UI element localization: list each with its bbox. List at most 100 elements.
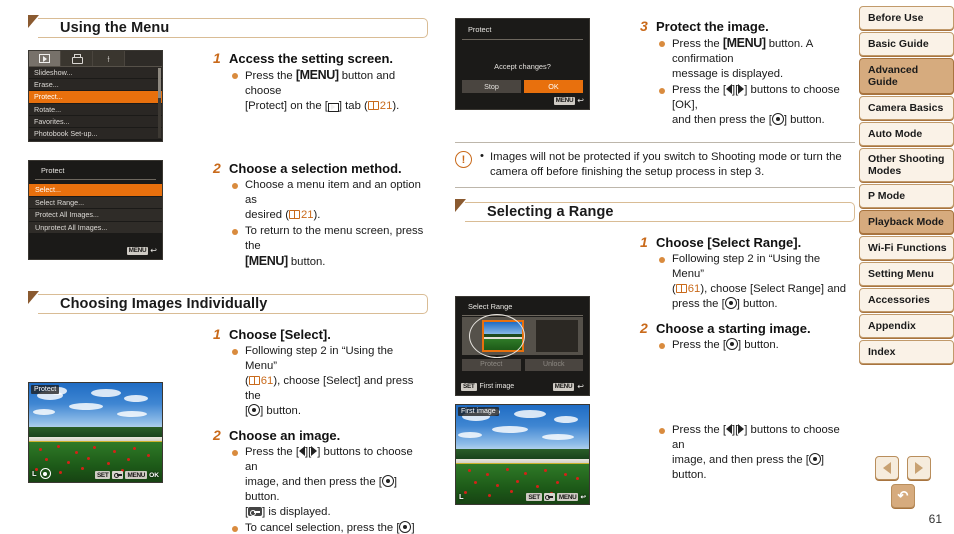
sidebar-item-index[interactable]: Index	[859, 340, 954, 364]
step-number: 1	[213, 50, 221, 66]
step-bullets: Press the [] button.	[656, 338, 855, 353]
select-range-screenshot: Select Range Protect Unlock SET First im…	[455, 296, 590, 396]
page-reference: 21	[288, 209, 314, 221]
step-2: 2 Choose a selection method. Choose a me…	[213, 160, 428, 270]
range-action-buttons: Protect Unlock	[462, 359, 583, 371]
menu-badge: MENU	[553, 96, 576, 105]
step-row-2: Protect Select... Select Range... Protec…	[28, 160, 428, 274]
bullet-item: Press the [] button.	[656, 338, 855, 353]
set-badge: SET	[94, 471, 111, 479]
sidebar-item-before-use[interactable]: Before Use	[859, 6, 954, 30]
func-set-icon	[726, 338, 738, 350]
sidebar-item-label: Basic Guide	[868, 38, 929, 50]
return-button[interactable]: ↶	[891, 484, 915, 508]
instruction-column: 1 Access the setting screen. Press the […	[168, 50, 428, 118]
photo-mode-label: Protect	[31, 385, 60, 394]
range-set-hint: SET First image	[461, 382, 515, 391]
step-3: 3 Protect the image. Press the [MENU] bu…	[640, 18, 855, 128]
sidebar-item-accessories[interactable]: Accessories	[859, 288, 954, 312]
step-1-choose-select-range: 1 Choose [Select Range]. Following step …	[640, 234, 855, 312]
step-row-range: Select Range Protect Unlock SET First im…	[455, 234, 855, 505]
screenshot-column: ⟊ Slideshow... Erase... Protect... Rotat…	[28, 50, 168, 142]
submenu-item: Protect All Images...	[29, 209, 162, 222]
prev-page-button[interactable]	[875, 456, 899, 480]
sidebar-item-appendix[interactable]: Appendix	[859, 314, 954, 338]
back-arrow-icon: ↩	[580, 494, 586, 501]
submenu-item-selected: Select...	[29, 184, 162, 197]
sidebar-item-setting-menu[interactable]: Setting Menu	[859, 262, 954, 286]
manual-page: Using the Menu ⟊ Slideshow... Erase... P…	[0, 0, 954, 534]
sidebar-item-auto-mode[interactable]: Auto Mode	[859, 122, 954, 146]
page-reference: 21	[367, 100, 392, 112]
chapter-sidebar: Before Use Basic Guide Advanced Guide Ca…	[859, 6, 954, 366]
step-bullets: Press the [][] buttons to choose an image…	[229, 445, 428, 534]
step-title: Choose a starting image.	[656, 321, 811, 336]
sidebar-item-other-shooting-modes[interactable]: Other Shooting Modes	[859, 148, 954, 182]
func-set-icon	[724, 297, 737, 309]
sidebar-item-advanced-guide[interactable]: Advanced Guide	[859, 58, 954, 94]
bullet-item: Press the [MENU] button and choose [Prote…	[229, 68, 428, 114]
menu-item: Erase...	[29, 79, 162, 92]
section-title: Choosing Images Individually	[60, 296, 268, 312]
bullet-item: Press the [][] buttons to choose an image…	[656, 423, 855, 483]
screenshot-column: Protect L SET MENU OK	[28, 326, 168, 483]
highlight-circle-annotation	[469, 314, 525, 358]
range-menu-hint: MENU ↩	[552, 382, 584, 391]
ok-label: OK	[149, 471, 159, 479]
sidebar-item-p-mode[interactable]: P Mode	[859, 184, 954, 208]
bullet-item: Press the [][] buttons to choose an image…	[229, 445, 428, 520]
section-header-selecting-a-range: Selecting a Range	[455, 199, 855, 222]
step-1: 1 Access the setting screen. Press the […	[213, 50, 428, 114]
step-1-choose-select: 1 Choose [Select]. Following step 2 in “…	[213, 326, 428, 419]
sidebar-item-label: Auto Mode	[868, 128, 923, 140]
step-title: Choose [Select].	[229, 327, 331, 342]
step-bullets: Press the [MENU] button. A confirmation m…	[656, 36, 855, 128]
next-page-button[interactable]	[907, 456, 931, 480]
left-arrow-icon	[726, 84, 732, 94]
accept-changes-dialog-screenshot: Protect Accept changes? Stop OK MENU ↩	[455, 18, 590, 110]
step-bullets: Choose a menu item and an option as desir…	[229, 178, 428, 270]
bullet-item: To return to the menu screen, press the[…	[229, 224, 428, 270]
sidebar-item-label: Accessories	[868, 294, 930, 306]
menu-scrollbar	[158, 68, 161, 138]
func-set-icon	[771, 113, 784, 125]
bullet-item: Press the [][] buttons to choose [OK], an…	[656, 83, 855, 128]
sidebar-item-basic-guide[interactable]: Basic Guide	[859, 32, 954, 56]
photo-bottom-right-info: SET MENU OK	[94, 471, 159, 479]
menu-item: Photobook Set-up...	[29, 127, 162, 141]
photo-bottom-right-info: SET MENU ↩	[526, 493, 586, 501]
page-number: 61	[928, 512, 942, 526]
tab-bar-filler	[125, 51, 162, 66]
protect-submenu-screenshot: Protect Select... Select Range... Protec…	[28, 160, 163, 260]
func-set-icon	[399, 521, 412, 533]
sidebar-item-label: P Mode	[868, 190, 906, 202]
bullet-item: To cancel selection, press the [] button…	[229, 521, 428, 534]
book-icon	[367, 101, 379, 110]
sidebar-item-playback-mode[interactable]: Playback Mode	[859, 210, 954, 234]
screenshot-column: Protect Select... Select Range... Protec…	[28, 160, 168, 260]
right-arrow-icon	[738, 424, 745, 434]
set-hint-text: First image	[479, 383, 515, 390]
section-title: Selecting a Range	[487, 204, 614, 220]
corner-mark-icon	[28, 15, 39, 28]
sidebar-item-camera-basics[interactable]: Camera Basics	[859, 96, 954, 120]
step-row-1: ⟊ Slideshow... Erase... Protect... Rotat…	[28, 50, 428, 142]
menu-item: Favorites...	[29, 115, 162, 128]
step-title: Choose an image.	[229, 428, 341, 443]
sidebar-item-wifi-functions[interactable]: Wi-Fi Functions	[859, 236, 954, 260]
right-arrow-icon	[738, 84, 745, 94]
sidebar-item-label: Camera Basics	[868, 102, 944, 114]
func-set-icon	[248, 404, 261, 416]
caution-note: ! Images will not be protected if you sw…	[455, 142, 855, 188]
menu-list: Slideshow... Erase... Protect... Rotate.…	[29, 67, 162, 141]
book-icon	[248, 376, 260, 385]
sidebar-item-label: Wi-Fi Functions	[868, 242, 947, 254]
bullet-item: Following step 2 in “Using the Menu”(61)…	[656, 252, 855, 312]
menu-badge: MENU	[552, 382, 575, 391]
func-set-icon	[808, 453, 821, 465]
step-number: 2	[213, 427, 221, 443]
right-arrow-icon	[311, 446, 318, 456]
photo-bottom-left-info: L	[32, 468, 51, 479]
range-select-icon	[543, 493, 555, 501]
menu-badge: MENU	[125, 471, 148, 479]
